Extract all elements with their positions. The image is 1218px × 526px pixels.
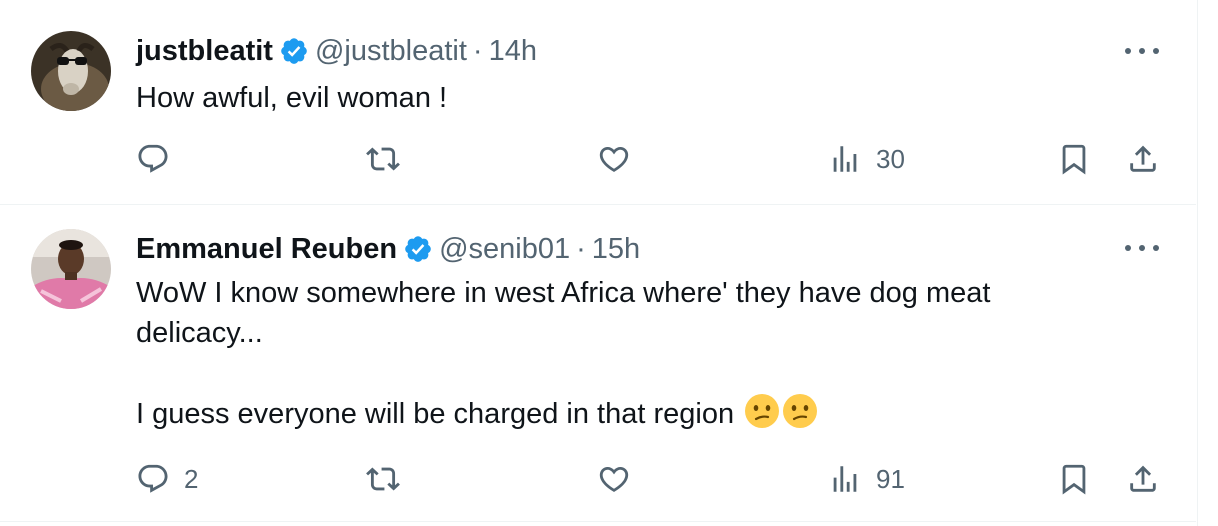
- handle[interactable]: @justbleatit: [315, 33, 467, 69]
- timeline-border: [1197, 0, 1198, 526]
- handle[interactable]: @senib01: [439, 231, 570, 267]
- tweet-header: Emmanuel Reuben @senib01 · 15h: [136, 231, 640, 267]
- display-name[interactable]: justbleatit: [136, 33, 273, 69]
- avatar[interactable]: [31, 229, 111, 309]
- analytics-icon: [828, 142, 862, 176]
- views-button[interactable]: 30: [828, 139, 905, 179]
- tweet-text: WoW I know somewhere in west Africa wher…: [136, 273, 1146, 434]
- reply-button[interactable]: [136, 139, 184, 179]
- share-button[interactable]: [1126, 139, 1160, 179]
- bookmark-icon: [1057, 462, 1091, 496]
- heart-icon: [597, 462, 631, 496]
- bookmark-button[interactable]: [1057, 139, 1091, 179]
- avatar[interactable]: [31, 31, 111, 111]
- tweet-text-content: How awful, evil woman !: [136, 82, 448, 114]
- person-avatar: [31, 229, 111, 309]
- tweet-actions: 2 91: [136, 459, 1166, 499]
- share-button[interactable]: [1126, 459, 1160, 499]
- separator: ·: [472, 35, 483, 67]
- tweet-header: justbleatit @justbleatit · 14h: [136, 33, 537, 69]
- display-name[interactable]: Emmanuel Reuben: [136, 231, 397, 267]
- view-count: 30: [876, 143, 905, 174]
- confused-face-emoji: [782, 393, 818, 429]
- tweet[interactable]: justbleatit @justbleatit · 14h How awful…: [0, 0, 1196, 205]
- views-button[interactable]: 91: [828, 459, 905, 499]
- more-options-icon[interactable]: [1125, 236, 1159, 260]
- bookmark-icon: [1057, 142, 1091, 176]
- verified-badge-icon[interactable]: [279, 36, 309, 66]
- share-icon: [1126, 142, 1160, 176]
- heart-icon: [597, 142, 631, 176]
- separator: ·: [576, 233, 586, 265]
- analytics-icon: [828, 462, 862, 496]
- goat-with-sunglasses-avatar: [31, 31, 111, 111]
- verified-badge-icon[interactable]: [403, 234, 433, 264]
- tweet-text-content: WoW I know somewhere in west Africa wher…: [136, 277, 991, 430]
- timestamp[interactable]: 15h: [592, 231, 640, 267]
- reply-button[interactable]: 2: [136, 459, 198, 499]
- timestamp[interactable]: 14h: [489, 33, 537, 69]
- more-options-icon[interactable]: [1125, 39, 1159, 63]
- retweet-button[interactable]: [366, 459, 414, 499]
- bookmark-button[interactable]: [1057, 459, 1091, 499]
- view-count: 91: [876, 463, 905, 494]
- tweet-actions: 30: [136, 139, 1166, 179]
- tweet-text: How awful, evil woman !: [136, 78, 1146, 118]
- retweet-icon: [366, 142, 400, 176]
- retweet-icon: [366, 462, 400, 496]
- like-button[interactable]: [597, 459, 645, 499]
- reply-icon: [136, 142, 170, 176]
- retweet-button[interactable]: [366, 139, 414, 179]
- confused-face-emoji: [744, 393, 780, 429]
- tweet[interactable]: Emmanuel Reuben @senib01 · 15h WoW I kno…: [0, 205, 1196, 522]
- reply-count: 2: [184, 463, 199, 494]
- like-button[interactable]: [597, 139, 645, 179]
- reply-icon: [136, 462, 170, 496]
- share-icon: [1126, 462, 1160, 496]
